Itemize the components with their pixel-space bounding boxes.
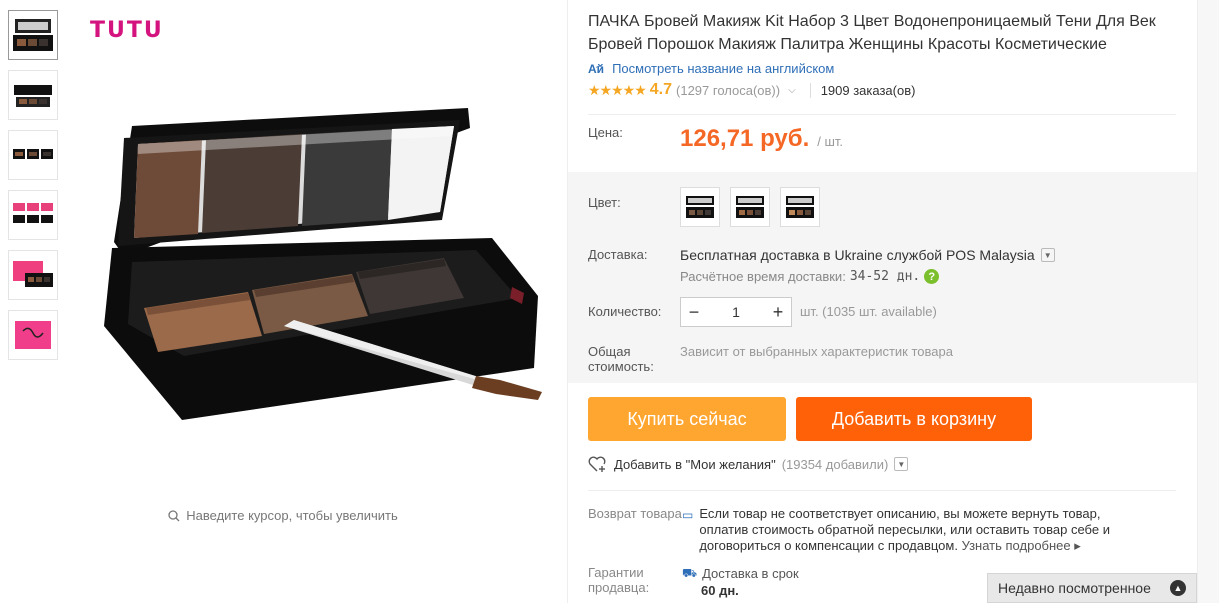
shipping-method[interactable]: Бесплатная доставка в Ukraine службой PO…: [680, 247, 1055, 263]
rating-value: 4.7: [649, 81, 673, 98]
color-label: Цвет:: [588, 195, 621, 210]
shipping-row: Доставка: Бесплатная доставка в Ukraine …: [588, 247, 1055, 284]
rating-stars: ★★★★★: [588, 81, 647, 98]
return-policy: ▭ Если товар не соответствует описанию, …: [682, 506, 1142, 554]
quantity-decrease-button[interactable]: −: [681, 302, 707, 323]
thumbnail-6[interactable]: [8, 310, 58, 360]
zoom-hint: Наведите курсор, чтобы увеличить: [0, 508, 566, 523]
quantity-available: шт. (1035 шт. available): [800, 304, 937, 319]
page-scroll-gutter: [1197, 0, 1219, 603]
guarantee-label: Гарантии продавца:: [588, 565, 650, 595]
translate-icon: A͡й: [588, 61, 605, 76]
chevron-down-icon[interactable]: ▼: [1040, 248, 1055, 262]
shipping-info: Бесплатная доставка в Ukraine службой PO…: [680, 247, 1055, 284]
thumbnail-1[interactable]: [8, 10, 58, 60]
return-label: Возврат товара: [588, 506, 682, 521]
product-info: ПАЧКА Бровей Макияж Kit Набор 3 Цвет Вод…: [588, 10, 1198, 99]
guarantee-title: Доставка в срок: [702, 566, 799, 581]
shipping-estimate: Расчётное время доставки: 34-52 дн. ?: [680, 269, 1055, 284]
return-icon: ▭: [682, 508, 694, 522]
buy-now-button[interactable]: Купить сейчас: [588, 397, 786, 441]
price-value: 126,71 руб.: [680, 125, 810, 152]
wishlist-count: (19354 добавили): [781, 456, 889, 472]
learn-more-link[interactable]: Узнать подробнее ▸: [962, 538, 1081, 553]
palette-open-thumbnail: [13, 19, 53, 51]
rating-row: ★★★★★ 4.7 (1297 голоса(ов)) ⌵ 1909 заказ…: [588, 81, 1198, 99]
thumbnail-3[interactable]: [8, 130, 58, 180]
palette-set-thumbnail: [13, 149, 53, 159]
price-row: Цена: 126,71 руб. / шт.: [588, 125, 1176, 153]
delivery-truck-icon: ⛟: [682, 566, 698, 580]
eyebrow-palette-illustration: [104, 108, 542, 420]
shipping-estimate-label: Расчётное время доставки:: [680, 269, 846, 284]
recently-viewed-toggle[interactable]: Недавно посмотренное ▲: [987, 573, 1197, 603]
votes-link[interactable]: (1297 голоса(ов)): [676, 83, 780, 98]
color-row: Цвет:: [588, 187, 820, 227]
price-unit: / шт.: [817, 134, 844, 149]
quantity-increase-button[interactable]: +: [765, 302, 791, 323]
shipping-estimate-value: 34-52 дн.: [849, 269, 921, 284]
guarantee-value: 60 дн.: [701, 583, 739, 598]
color-option-3[interactable]: [780, 187, 820, 227]
return-policy-row: Возврат товара ▭ Если товар не соответст…: [588, 506, 1188, 554]
color-option-2[interactable]: [730, 187, 770, 227]
thumbnail-2[interactable]: [8, 70, 58, 120]
chevron-up-icon: ▲: [1170, 580, 1186, 596]
price-label: Цена:: [588, 125, 623, 140]
add-to-cart-button[interactable]: Добавить в корзину: [796, 397, 1032, 441]
total-row: Общая стоимость: Зависит от выбранных ха…: [588, 344, 953, 374]
thumbnail-5[interactable]: [8, 250, 58, 300]
palette-color-1-swatch: [686, 196, 714, 218]
orders-count: 1909 заказа(ов): [809, 82, 915, 98]
guarantee-info: ⛟ Доставка в срок 60 дн.: [682, 565, 799, 599]
chevron-down-icon[interactable]: ▼: [894, 457, 909, 471]
total-note: Зависит от выбранных характеристик товар…: [680, 344, 953, 359]
shipping-method-text: Бесплатная доставка в Ukraine службой PO…: [680, 247, 1035, 263]
product-image[interactable]: TUTU: [72, 8, 566, 478]
palette-pink-set-thumbnail: [13, 203, 53, 223]
thumbnail-4[interactable]: [8, 190, 58, 240]
palette-color-3-swatch: [786, 196, 814, 218]
learn-more-text: Узнать подробнее: [961, 538, 1071, 553]
quantity-label: Количество:: [588, 304, 662, 319]
palette-pink-box-thumbnail: [13, 261, 53, 287]
translate-row: A͡й Посмотреть название на английском: [588, 61, 1198, 76]
help-icon[interactable]: ?: [924, 269, 940, 284]
color-options: [680, 187, 820, 227]
divider: [588, 114, 1176, 115]
total-label: Общая стоимость:: [588, 344, 654, 374]
translate-link[interactable]: Посмотреть название на английском: [612, 61, 834, 76]
recently-viewed-label: Недавно посмотренное: [998, 580, 1151, 596]
palette-closed-thumbnail: [14, 85, 52, 107]
zoom-hint-text: Наведите курсор, чтобы увеличить: [186, 508, 398, 523]
quantity-row: Количество: − + шт. (1035 шт. available): [588, 297, 937, 327]
wishlist-label: Добавить в "Мои желания": [614, 456, 776, 472]
shipping-label: Доставка:: [588, 247, 648, 262]
quantity-stepper: − +: [680, 297, 792, 327]
magnifier-icon: [168, 509, 180, 521]
palette-color-2-swatch: [736, 196, 764, 218]
quantity-input[interactable]: [707, 304, 765, 320]
heart-plus-icon: [588, 456, 606, 472]
thumbnail-list: [8, 10, 58, 370]
wishlist-row[interactable]: Добавить в "Мои желания" (19354 добавили…: [588, 456, 909, 472]
return-policy-text-wrap: Если товар не соответствует описанию, вы…: [699, 506, 1142, 554]
color-option-1[interactable]: [680, 187, 720, 227]
chevron-down-icon[interactable]: ⌵: [788, 85, 796, 96]
product-title: ПАЧКА Бровей Макияж Kit Набор 3 Цвет Вод…: [588, 13, 1156, 53]
divider: [588, 490, 1176, 491]
pink-card-thumbnail: [15, 321, 51, 349]
